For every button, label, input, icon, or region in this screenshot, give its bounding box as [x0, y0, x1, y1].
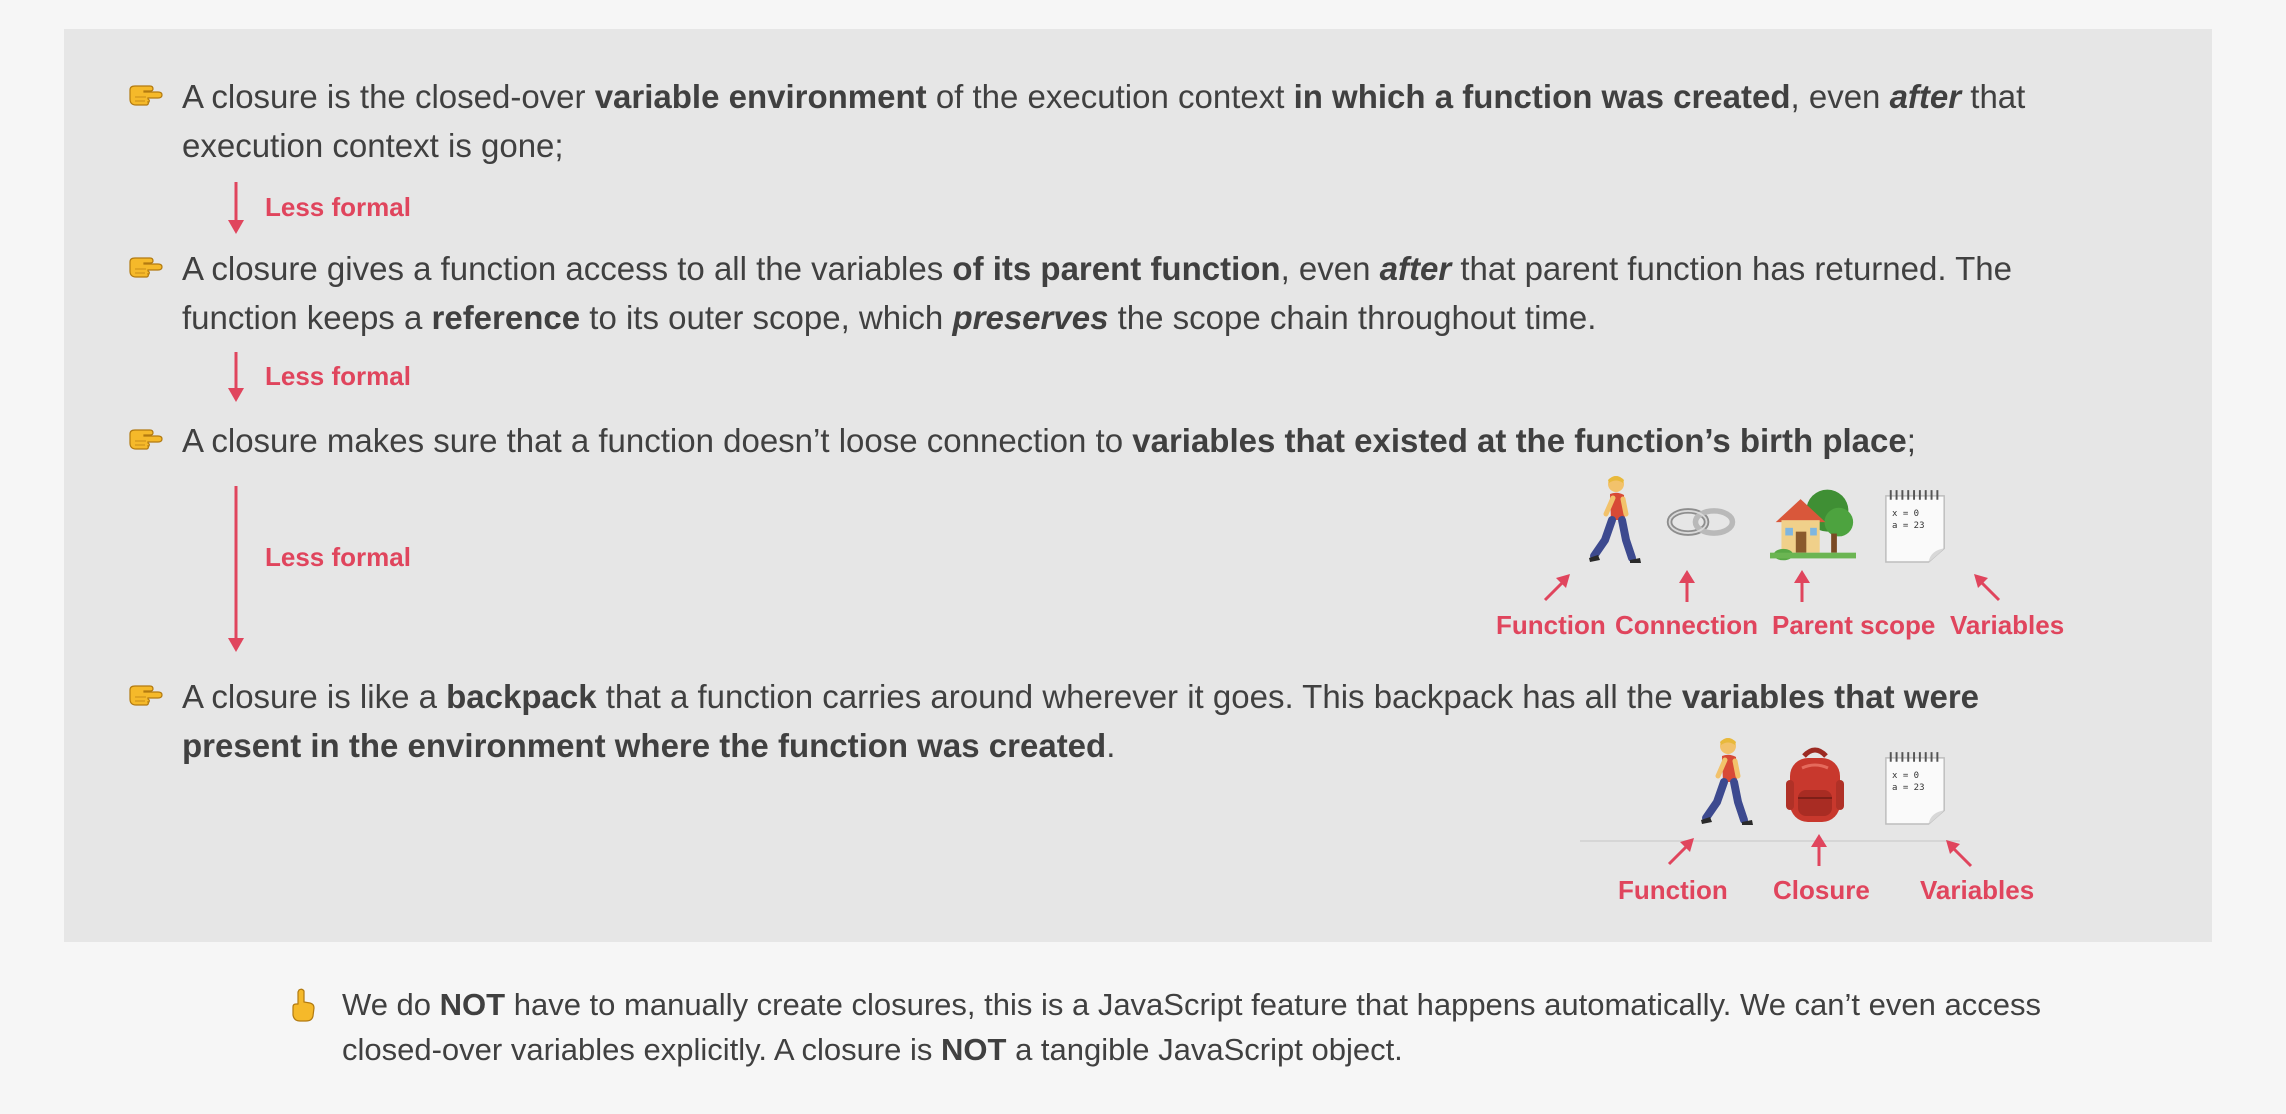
caption-connection: Connection: [1615, 610, 1758, 640]
text-segment: , even: [1790, 78, 1890, 115]
up-right-arrow-icon: [1543, 574, 1570, 602]
up-left-arrow-icon: [1974, 574, 2001, 602]
down-arrow-icon: [228, 486, 244, 652]
caption-closure: Closure: [1773, 875, 1870, 905]
notepad-line: x = 0: [1892, 509, 1920, 519]
text-segment: A closure gives a function access to all…: [182, 250, 953, 287]
backpack-icon: [1780, 746, 1850, 826]
text-segment: , even: [1280, 250, 1380, 287]
pointing-hand-icon: [128, 252, 164, 280]
up-arrow-icon: [1679, 570, 1695, 602]
up-arrow-icon: [1794, 570, 1810, 602]
notepad-line: a = 23: [1892, 521, 1925, 531]
notepad-line: x = 0: [1892, 771, 1920, 781]
caption-parent-scope: Parent scope: [1772, 610, 1936, 640]
definition-1: A closure is the closed-over variable en…: [182, 72, 2092, 170]
text-segment: after: [1889, 78, 1962, 115]
notepad-icon: x = 0 a = 23: [1882, 750, 1950, 828]
down-arrow-icon: [228, 352, 244, 402]
caption-variables: Variables: [1920, 875, 2035, 905]
less-formal-label: Less formal: [265, 361, 411, 391]
up-right-arrow-icon: [1667, 838, 1694, 866]
text-segment: NOT: [439, 987, 506, 1022]
caption-variables: Variables: [1950, 610, 2065, 640]
link-icon: [1664, 502, 1738, 542]
text-segment: reference: [431, 299, 581, 336]
notepad-icon: x = 0 a = 23: [1882, 488, 1950, 566]
text-segment: of the execution context: [926, 78, 1294, 115]
text-segment: ;: [1906, 422, 1916, 459]
pointing-hand-icon: [128, 424, 164, 452]
pointing-up-hand-icon: [290, 988, 316, 1022]
text-segment: after: [1379, 250, 1452, 287]
pointing-hand-icon: [128, 680, 164, 708]
text-segment: that a function carries around wherever …: [596, 678, 1682, 715]
text-segment: of its parent function: [952, 250, 1281, 287]
text-segment: backpack: [446, 678, 597, 715]
text-segment: the scope chain throughout time.: [1108, 299, 1597, 336]
text-segment: NOT: [941, 1032, 1007, 1067]
pointing-hand-icon: [128, 80, 164, 108]
text-segment: in which a function was created: [1293, 78, 1791, 115]
text-segment: A closure is the closed-over: [182, 78, 595, 115]
up-arrow-icon: [1811, 834, 1827, 866]
walking-person-icon: [1698, 736, 1758, 826]
text-segment: preserves: [952, 299, 1109, 336]
caption-function: Function: [1618, 875, 1728, 905]
house-with-garden-icon: [1770, 484, 1856, 564]
up-left-arrow-icon: [1946, 840, 1973, 868]
text-segment: a tangible JavaScript object.: [1006, 1032, 1403, 1067]
text-segment: to its outer scope, which: [580, 299, 953, 336]
definition-3: A closure makes sure that a function doe…: [182, 416, 2092, 465]
text-segment: A closure makes sure that a function doe…: [182, 422, 1133, 459]
less-formal-label: Less formal: [265, 542, 411, 572]
note-text: We do NOT have to manually create closur…: [342, 982, 2042, 1072]
down-arrow-icon: [228, 182, 244, 234]
less-formal-label: Less formal: [265, 192, 411, 222]
definition-2: A closure gives a function access to all…: [182, 244, 2092, 342]
text-segment: .: [1106, 727, 1116, 764]
walking-person-icon: [1586, 474, 1646, 564]
text-segment: variables that existed at the function’s…: [1132, 422, 1907, 459]
caption-function: Function: [1496, 610, 1606, 640]
text-segment: We do: [342, 987, 440, 1022]
text-segment: A closure is like a: [182, 678, 447, 715]
notepad-line: a = 23: [1892, 783, 1925, 793]
divider: [1580, 840, 1960, 842]
text-segment: variable environment: [594, 78, 927, 115]
